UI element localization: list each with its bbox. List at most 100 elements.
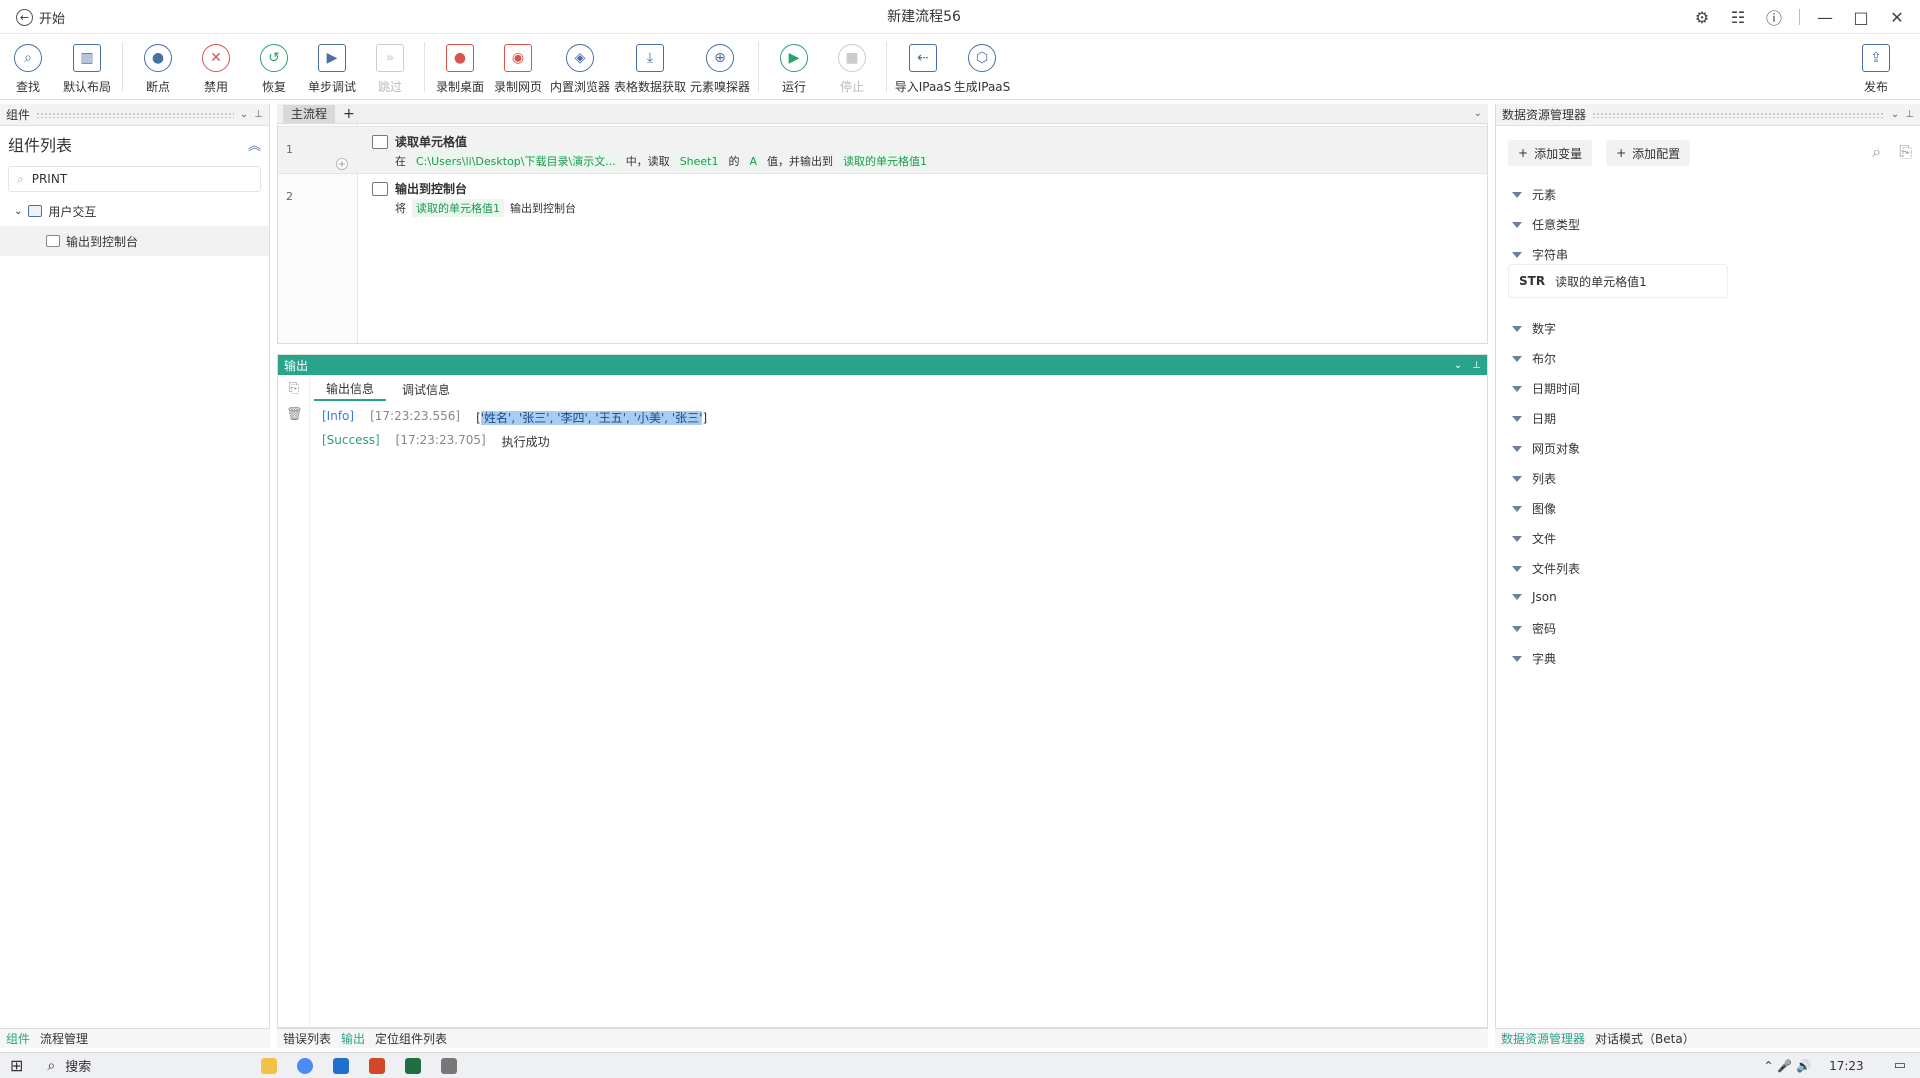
collapse-up-icon[interactable]: ︽: [248, 135, 261, 154]
chevron-down-icon[interactable]: ⌄: [1454, 360, 1462, 371]
file-path-param[interactable]: C:\Users\li\Desktop\下载目录\演示文...: [412, 152, 620, 170]
category-boolean[interactable]: 布尔: [1512, 350, 1556, 367]
log-message: ['姓名', '张三', '李四', '王五', '小美', '张三']: [476, 409, 707, 426]
flow-tabstrip: 主流程 + ⌄: [277, 104, 1488, 124]
publish-button[interactable]: ⇪ 发布: [1848, 44, 1904, 95]
output-title: 输出: [284, 358, 309, 373]
excel-icon[interactable]: [405, 1057, 422, 1074]
search-icon[interactable]: ⌕: [47, 1058, 55, 1074]
search-icon[interactable]: ⌕: [1872, 142, 1881, 162]
chevron-down-icon[interactable]: ⌄: [240, 109, 248, 120]
import-ipaas-button[interactable]: ⇠ 导入IPaaS: [895, 44, 951, 95]
table-data-button[interactable]: ⤓ 表格数据获取: [614, 44, 686, 95]
tree-item-print-console[interactable]: 输出到控制台: [0, 226, 269, 256]
category-dictionary[interactable]: 字典: [1512, 650, 1556, 667]
flow-step-2[interactable]: 2 输出到控制台 将 读取的单元格值1 输出到控制台: [278, 174, 1487, 222]
output-variable-param[interactable]: 读取的单元格值1: [839, 152, 932, 170]
chevron-down-icon[interactable]: ⌄: [1891, 109, 1899, 120]
minimize-icon[interactable]: —: [1814, 6, 1836, 28]
tab-output[interactable]: 输出: [341, 1030, 365, 1047]
pin-icon[interactable]: ⊥: [1905, 109, 1914, 120]
add-tab-button[interactable]: +: [343, 106, 355, 122]
clipboard-icon[interactable]: ⎘: [1899, 142, 1912, 162]
divider: [1799, 9, 1800, 25]
tab-locate-components[interactable]: 定位组件列表: [375, 1030, 447, 1047]
log-row[interactable]: [Info] [17:23:23.556] ['姓名', '张三', '李四',…: [322, 409, 707, 426]
log-row[interactable]: [Success] [17:23:23.705] 执行成功: [322, 433, 550, 450]
export-log-icon[interactable]: ⎘: [286, 381, 302, 397]
chevron-down-icon[interactable]: ⌄: [1474, 108, 1482, 119]
stop-button[interactable]: ■ 停止: [824, 44, 880, 95]
maximize-icon[interactable]: □: [1850, 6, 1872, 28]
triangle-down-icon: [1512, 594, 1522, 600]
category-datetime[interactable]: 日期时间: [1512, 380, 1580, 397]
category-number[interactable]: 数字: [1512, 320, 1556, 337]
sliders-icon[interactable]: ☷: [1727, 6, 1749, 28]
add-config-button[interactable]: + 添加配置: [1606, 140, 1691, 166]
panel-header: 数据资源管理器 ⌄ ⊥: [1496, 104, 1920, 126]
tree-group-user-interaction[interactable]: ⌄ 用户交互: [0, 196, 269, 226]
chrome-icon[interactable]: [297, 1057, 314, 1074]
category-element[interactable]: 元素: [1512, 186, 1556, 203]
tab-debug-info[interactable]: 调试信息: [390, 377, 462, 401]
disable-icon: ✕: [202, 44, 230, 72]
component-panel: 组件 ⌄ ⊥ 组件列表 ︽ ⌕ PRINT ⌄ 用户交互 输出到控制台: [0, 104, 270, 1028]
category-password[interactable]: 密码: [1512, 620, 1556, 637]
clear-trash-icon[interactable]: 🗑: [286, 407, 303, 423]
settings-gear-icon[interactable]: ⚙: [1691, 6, 1713, 28]
taskbar-search-label[interactable]: 搜索: [65, 1056, 91, 1075]
tab-error-list[interactable]: 错误列表: [283, 1030, 331, 1047]
tab-output-info[interactable]: 输出信息: [314, 377, 387, 401]
category-web-object[interactable]: 网页对象: [1512, 440, 1580, 457]
windows-start-icon[interactable]: ⊞: [10, 1056, 23, 1075]
flow-step-1[interactable]: 1 读取单元格值 在 C:\Users\li\Desktop\下载目录\演示文.…: [278, 126, 1487, 174]
builtin-browser-button[interactable]: ◈ 内置浏览器: [550, 44, 610, 95]
pin-icon[interactable]: ⊥: [254, 109, 263, 120]
category-any-type[interactable]: 任意类型: [1512, 216, 1580, 233]
pin-icon[interactable]: ⊥: [1472, 360, 1481, 371]
tab-flow-management[interactable]: 流程管理: [40, 1030, 88, 1047]
file-explorer-icon[interactable]: [261, 1057, 278, 1074]
category-file[interactable]: 文件: [1512, 530, 1556, 547]
category-label: 网页对象: [1532, 442, 1581, 456]
generate-ipaas-button[interactable]: ⬡ 生成IPaaS: [954, 44, 1010, 95]
skip-button[interactable]: » 跳过: [362, 44, 418, 95]
record-web-button[interactable]: ◉ 录制网页: [490, 44, 546, 95]
category-label: 列表: [1532, 472, 1557, 486]
powerpoint-icon[interactable]: [369, 1057, 386, 1074]
category-image[interactable]: 图像: [1512, 500, 1556, 517]
category-date[interactable]: 日期: [1512, 410, 1556, 427]
tab-data-resource[interactable]: 数据资源管理器: [1501, 1030, 1585, 1047]
close-icon[interactable]: ✕: [1886, 6, 1908, 28]
component-search-input[interactable]: ⌕ PRINT: [8, 166, 261, 192]
category-file-list[interactable]: 文件列表: [1512, 560, 1580, 577]
category-label: 任意类型: [1532, 218, 1581, 232]
window-title: 新建流程56: [887, 9, 961, 25]
triangle-down-icon: [1512, 655, 1522, 662]
tab-components[interactable]: 组件: [6, 1030, 30, 1047]
tab-chat-mode[interactable]: 对话模式（Beta）: [1595, 1030, 1695, 1047]
string-variable-card[interactable]: STR 读取的单元格值1: [1508, 264, 1728, 298]
find-button[interactable]: ⌕ 查找: [0, 44, 56, 95]
cell-param[interactable]: A: [745, 153, 762, 169]
notification-icon[interactable]: ▭: [1894, 1058, 1906, 1073]
element-sniffer-button[interactable]: ⊕ 元素嗅探器: [690, 44, 750, 95]
sheet-param[interactable]: Sheet1: [675, 153, 723, 169]
app-icon[interactable]: [441, 1057, 458, 1074]
help-icon[interactable]: ⓘ: [1763, 6, 1785, 28]
desc-text: 的: [728, 155, 740, 168]
variable-param[interactable]: 读取的单元格值1: [412, 199, 504, 217]
tray-icons[interactable]: ⌃ 🎤 🔊: [1764, 1059, 1812, 1073]
category-string[interactable]: 字符串: [1512, 246, 1568, 263]
tab-main-flow[interactable]: 主流程: [283, 104, 336, 123]
triangle-down-icon: [1512, 505, 1522, 512]
outlook-icon[interactable]: [333, 1057, 350, 1074]
add-variable-button[interactable]: + 添加变量: [1508, 140, 1593, 166]
default-layout-button[interactable]: ▥ 默认布局: [59, 44, 115, 95]
triangle-down-icon: [1512, 475, 1522, 482]
insert-step-icon[interactable]: +: [336, 158, 348, 170]
category-list[interactable]: 列表: [1512, 470, 1556, 487]
breakpoint-icon: ●: [144, 44, 172, 72]
category-json[interactable]: Json: [1512, 590, 1557, 604]
variable-name: 读取的单元格值1: [1555, 274, 1647, 289]
